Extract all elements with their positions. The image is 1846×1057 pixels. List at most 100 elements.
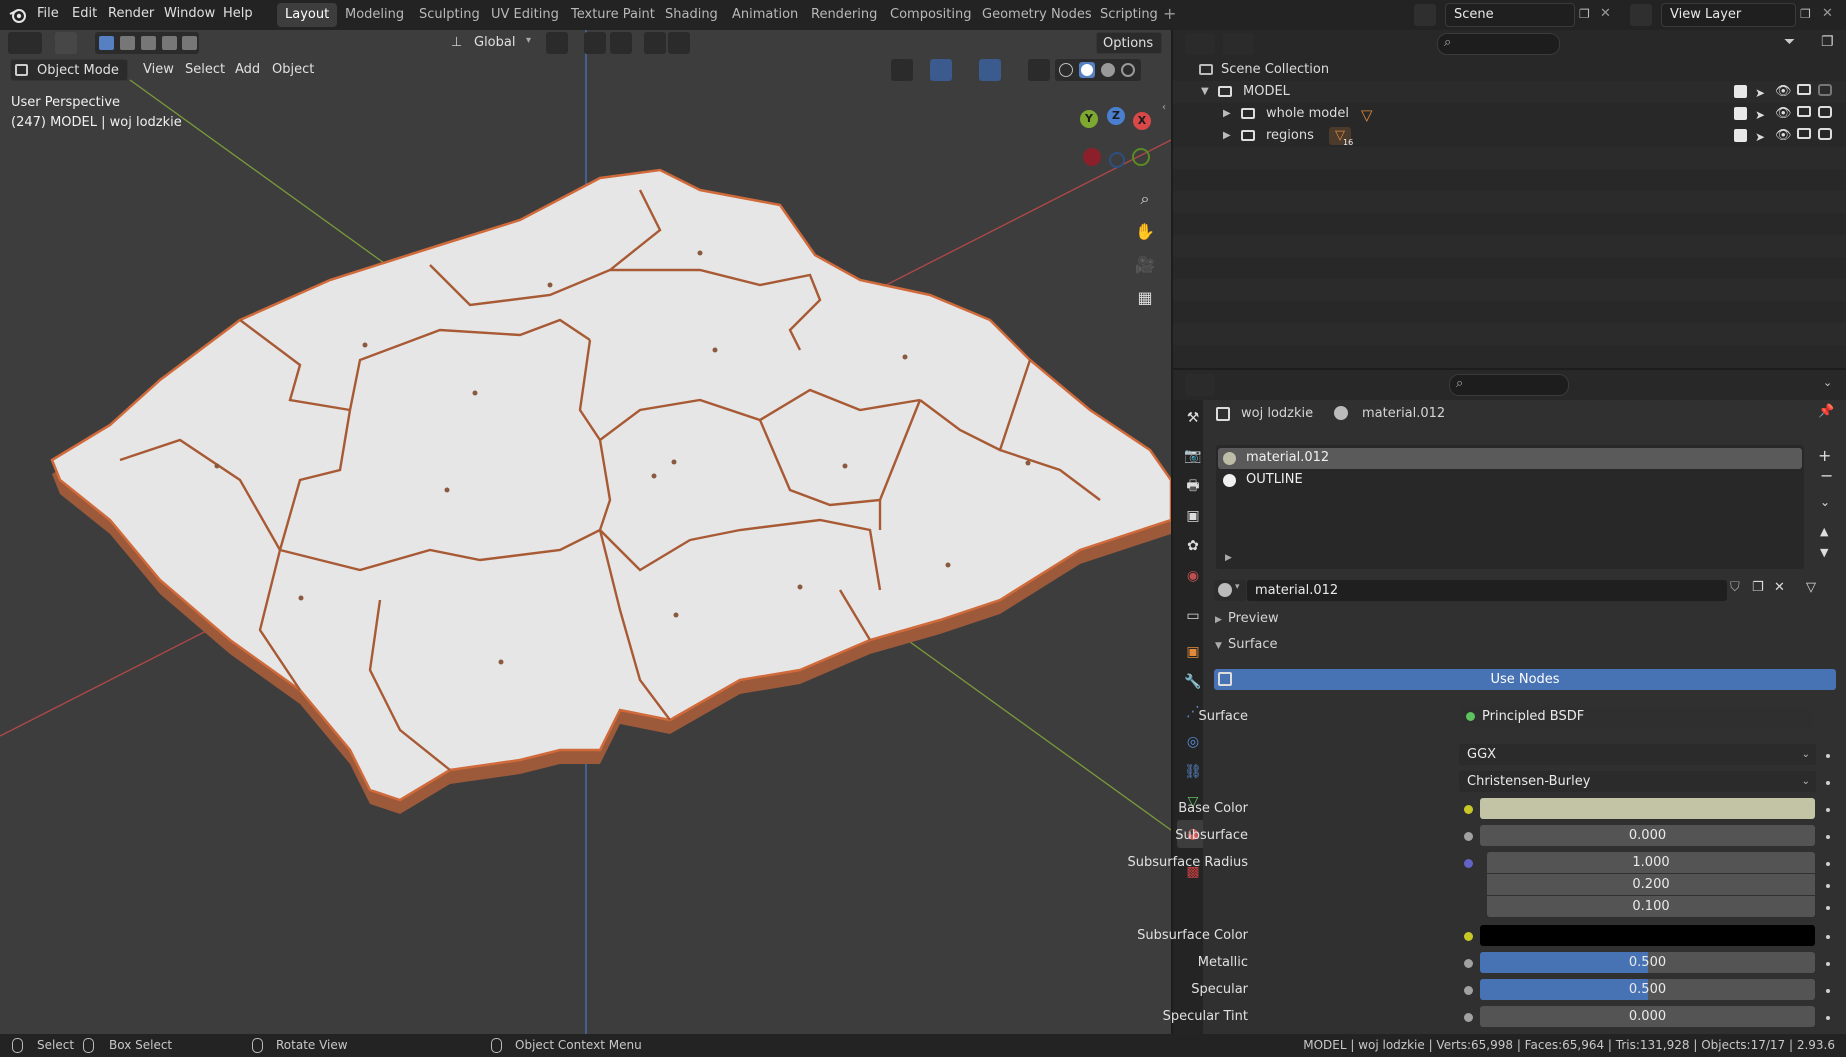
tab-layout[interactable]: Layout xyxy=(277,3,338,27)
material-slot-row-selected[interactable]: material.012 xyxy=(1218,448,1802,469)
zoom-icon[interactable]: ⌕ xyxy=(1131,185,1159,213)
camera-render-icon[interactable] xyxy=(1818,106,1832,118)
tab-animation[interactable]: Animation xyxy=(724,3,806,27)
material-browse-button[interactable]: ▾ xyxy=(1214,580,1246,601)
ortho-grid-icon[interactable]: ▦ xyxy=(1131,284,1159,312)
collapsed-arrow-icon[interactable]: ▶ xyxy=(1215,615,1222,625)
gizmo-x-axis[interactable]: X xyxy=(1133,112,1151,130)
snap-icon[interactable] xyxy=(584,32,606,54)
physics-tab-icon[interactable]: ◎ xyxy=(1183,732,1203,752)
select-tool-icon[interactable] xyxy=(55,32,77,54)
keyframe-dot[interactable] xyxy=(1826,754,1830,758)
transform-orientation-dropdown[interactable]: Global xyxy=(468,32,521,54)
camera-render-icon[interactable] xyxy=(1818,128,1832,140)
tab-texture-paint[interactable]: Texture Paint xyxy=(563,3,663,27)
intersect-selection-icon[interactable] xyxy=(182,36,197,50)
outliner-row-scene-collection[interactable]: Scene Collection xyxy=(1173,59,1846,81)
xray-icon[interactable] xyxy=(1028,59,1050,81)
collection-tab-icon[interactable]: ▭ xyxy=(1183,606,1203,626)
monitor-icon[interactable] xyxy=(1797,106,1811,117)
unlink-material-icon[interactable]: ✕ xyxy=(1774,580,1785,595)
keyframe-dot[interactable] xyxy=(1826,884,1830,888)
view-layer-browse-icon[interactable] xyxy=(1630,4,1652,26)
keyframe-dot[interactable] xyxy=(1826,935,1830,939)
subsurface-field[interactable]: 0.000 xyxy=(1480,825,1815,846)
menu-edit[interactable]: Edit xyxy=(72,6,97,21)
tab-scripting[interactable]: Scripting xyxy=(1092,3,1166,27)
surface-shader-field[interactable]: Principled BSDF xyxy=(1460,706,1814,727)
menu-view[interactable]: View xyxy=(137,59,180,81)
tab-uv-editing[interactable]: UV Editing xyxy=(483,3,567,27)
subsurface-method-dropdown[interactable]: Christensen-Burley ⌄ xyxy=(1459,771,1816,792)
preview-panel-header[interactable]: Preview xyxy=(1228,611,1279,626)
material-name-field[interactable]: material.012 xyxy=(1247,580,1727,601)
rendered-shading-icon[interactable] xyxy=(1121,63,1135,77)
object-tab-icon[interactable]: ▣ xyxy=(1183,642,1203,662)
outliner-editor-type-icon[interactable] xyxy=(1185,33,1215,55)
exclude-checkbox[interactable] xyxy=(1734,107,1747,120)
overlay-toggle-icon[interactable] xyxy=(979,59,1001,81)
properties-editor-type-icon[interactable] xyxy=(1185,374,1215,396)
selectable-arrow-icon[interactable]: ➤ xyxy=(1755,126,1765,148)
selection-mode-group[interactable] xyxy=(95,32,199,54)
menu-help[interactable]: Help xyxy=(223,6,253,21)
3d-viewport[interactable] xyxy=(0,30,1171,1034)
subtract-selection-icon[interactable] xyxy=(141,36,156,50)
keyframe-dot[interactable] xyxy=(1826,781,1830,785)
expanded-arrow-icon[interactable]: ▼ xyxy=(1215,641,1222,651)
shading-mode-group[interactable] xyxy=(1055,59,1141,81)
expand-right-icon[interactable]: ▶ xyxy=(1225,553,1232,563)
world-tab-icon[interactable]: ◉ xyxy=(1183,566,1203,586)
view-layer-new-icon[interactable]: ❐ xyxy=(1800,7,1811,21)
gizmo-z-axis[interactable]: Z xyxy=(1107,107,1125,125)
scene-browse-icon[interactable] xyxy=(1414,4,1436,26)
display-mode-icon[interactable] xyxy=(1223,33,1253,55)
move-up-icon[interactable]: ▲ xyxy=(1820,525,1828,538)
keyframe-dot[interactable] xyxy=(1826,962,1830,966)
properties-search-input[interactable]: ⌕ xyxy=(1449,374,1569,396)
keyframe-dot[interactable] xyxy=(1826,989,1830,993)
eye-icon[interactable]: 👁 xyxy=(1775,125,1792,147)
subsurface-radius-x-field[interactable]: 1.000 xyxy=(1487,852,1815,873)
menu-render[interactable]: Render xyxy=(108,6,154,21)
camera-render-icon[interactable] xyxy=(1818,84,1832,96)
tab-rendering[interactable]: Rendering xyxy=(803,3,885,27)
outliner-search-input[interactable]: ⌕ xyxy=(1437,33,1560,55)
monitor-icon[interactable] xyxy=(1797,128,1811,139)
gizmo-y-axis[interactable]: Y xyxy=(1080,110,1098,128)
render-tab-icon[interactable]: 📷 xyxy=(1183,446,1203,466)
constraints-tab-icon[interactable]: ⛓ xyxy=(1183,762,1203,782)
scene-name-field[interactable]: Scene xyxy=(1445,3,1575,27)
tab-sculpting[interactable]: Sculpting xyxy=(411,3,488,27)
add-workspace-button[interactable]: + xyxy=(1163,4,1176,23)
selectable-arrow-icon[interactable]: ➤ xyxy=(1755,82,1765,104)
specular-tint-field[interactable]: 0.000 xyxy=(1480,1006,1815,1027)
modifier-tab-icon[interactable]: 🔧 xyxy=(1183,672,1203,692)
invert-selection-icon[interactable] xyxy=(162,36,177,50)
wireframe-shading-icon[interactable] xyxy=(1059,63,1073,77)
menu-window[interactable]: Window xyxy=(164,6,215,21)
selectable-arrow-icon[interactable]: ➤ xyxy=(1755,104,1765,126)
pivot-point-icon[interactable] xyxy=(546,32,568,54)
set-selection-icon[interactable] xyxy=(99,36,114,50)
menu-file[interactable]: File xyxy=(37,6,59,21)
subsurface-radius-z-field[interactable]: 0.100 xyxy=(1487,896,1815,917)
remove-slot-button[interactable]: − xyxy=(1820,466,1833,485)
outliner-row-model[interactable]: ▼ MODEL ➤ 👁 xyxy=(1173,81,1846,103)
base-color-swatch[interactable] xyxy=(1480,798,1815,819)
pan-hand-icon[interactable]: ✋ xyxy=(1131,218,1159,246)
visibility-icon[interactable] xyxy=(891,59,913,81)
fake-user-shield-icon[interactable]: ⛉ xyxy=(1730,580,1740,595)
scene-new-icon[interactable]: ❐ xyxy=(1579,7,1590,21)
exclude-checkbox[interactable] xyxy=(1734,85,1747,98)
view-layer-field[interactable]: View Layer xyxy=(1661,3,1796,27)
slot-specials-icon[interactable]: ⌄ xyxy=(1820,495,1830,509)
view-layer-close-icon[interactable]: ✕ xyxy=(1822,6,1833,21)
link-mode-icon[interactable]: ▽ xyxy=(1806,580,1816,595)
outliner-row-whole-model[interactable]: ▶ whole model ▽ ➤ 👁 xyxy=(1173,103,1846,125)
tab-compositing[interactable]: Compositing xyxy=(882,3,980,27)
sidebar-toggle-icon[interactable]: ‹ xyxy=(1162,102,1166,113)
keyframe-dot[interactable] xyxy=(1826,906,1830,910)
falloff-icon[interactable] xyxy=(668,32,690,54)
menu-object[interactable]: Object xyxy=(266,59,320,81)
